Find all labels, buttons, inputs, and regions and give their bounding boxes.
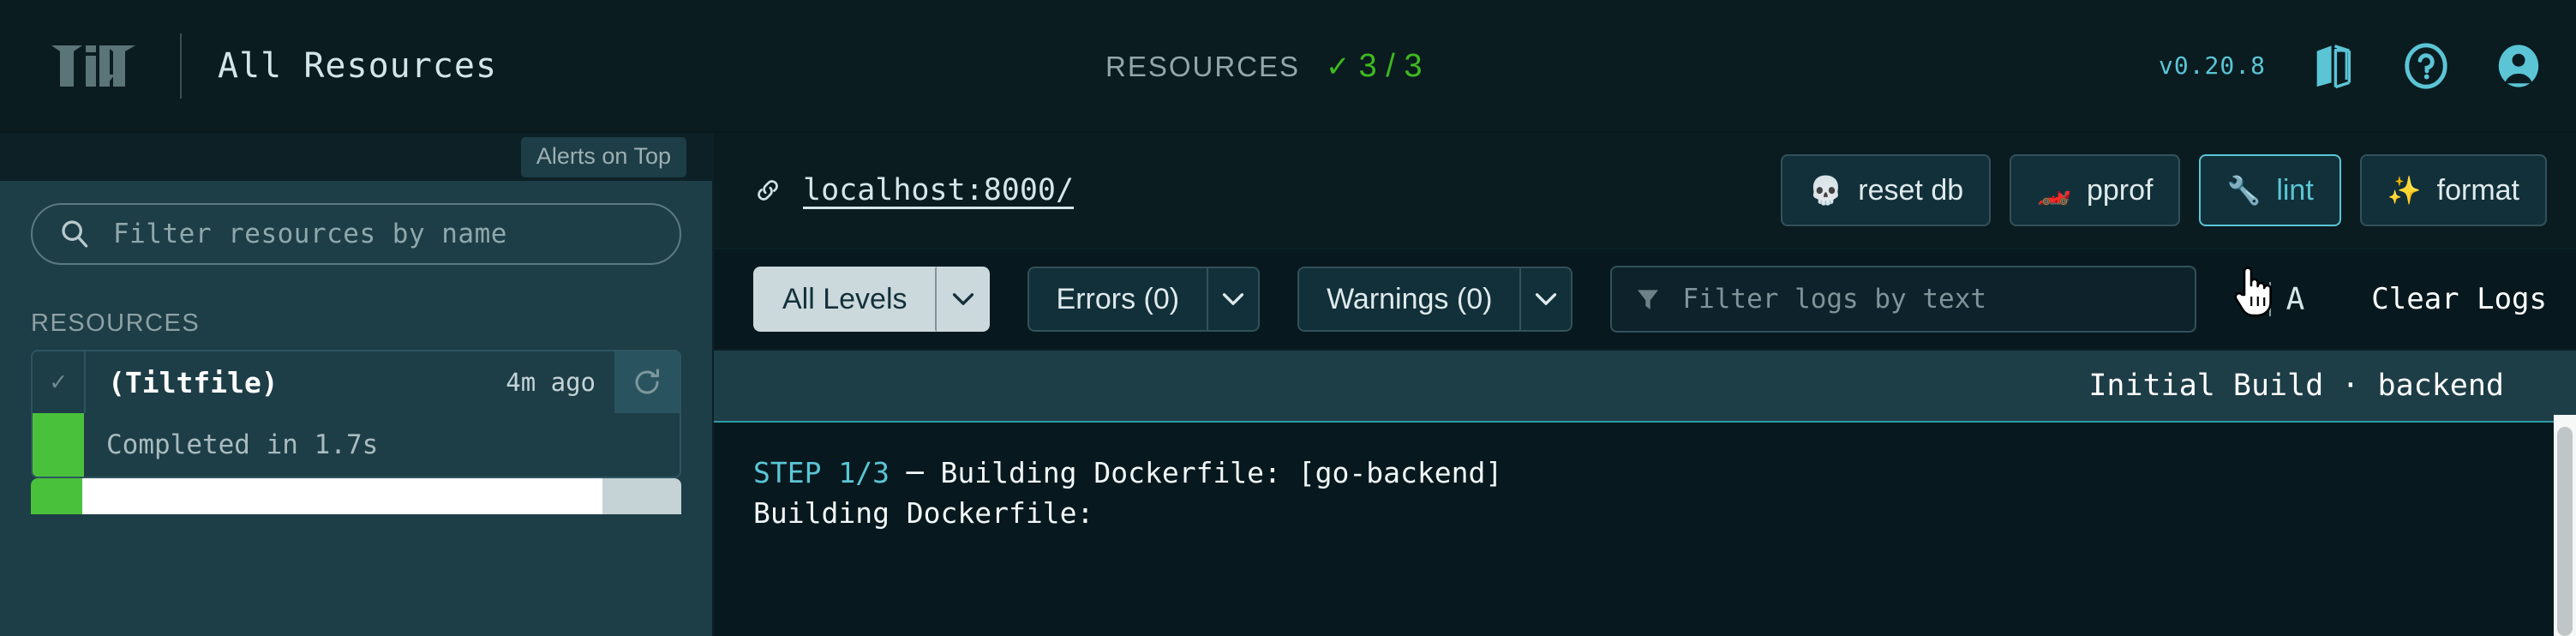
resource-status-check-icon: ✓ (50, 367, 67, 397)
resource-status-text: Completed in 1.7s (106, 429, 379, 460)
custom-button-label: pprof (2086, 173, 2154, 207)
log-scrollbar-thumb[interactable] (2557, 427, 2573, 636)
resource-status-cell: ✓ (33, 351, 86, 413)
chevron-down-icon (1222, 293, 1244, 305)
tilt-logo[interactable] (51, 44, 135, 88)
book-icon[interactable] (2309, 41, 2358, 91)
custom-button-format[interactable]: ✨ format (2359, 154, 2547, 226)
endpoint-url: localhost:8000/ (803, 173, 1075, 207)
log-level-filter[interactable]: All Levels (753, 267, 990, 332)
app-header: All Resources RESOURCES ✓ 3 / 3 v0.20.8 (0, 0, 2576, 133)
log-line: Building Dockerfile: (753, 494, 2576, 534)
link-icon (758, 180, 778, 201)
reload-icon (635, 369, 659, 394)
log-line-text: ─ Building Dockerfile: [go-backend] (889, 456, 1503, 489)
font-size-divider (2268, 282, 2271, 316)
log-errors-filter[interactable]: Errors (0) (1027, 267, 1261, 332)
log-filter-bar: All Levels Errors (0) Warnings (0) Filte… (714, 249, 2576, 351)
sidebar-section-label: RESOURCES (31, 309, 201, 337)
resources-count-value: 3 / 3 (1358, 48, 1423, 84)
clear-logs-button[interactable]: Clear Logs (2371, 282, 2547, 316)
resource-row-body (82, 478, 602, 514)
tilt-logo-icon (51, 45, 135, 87)
log-errors-filter-label: Errors (0) (1027, 267, 1207, 332)
chevron-down-icon (952, 293, 973, 305)
alerts-on-top-toggle[interactable]: Alerts on Top (520, 136, 686, 177)
log-text-filter-input[interactable]: Filter logs by text (1610, 266, 2197, 333)
endpoint-bar: localhost:8000/ 💀 reset db 🏎️ pprof 🔧 li… (714, 133, 2576, 249)
skull-icon: 💀 (1808, 175, 1843, 206)
resource-list-item-partial[interactable] (31, 478, 681, 514)
tilt-app-window: All Resources RESOURCES ✓ 3 / 3 v0.20.8 (0, 0, 2576, 636)
resource-row-header[interactable]: ✓ (Tiltfile) 4m ago (31, 350, 681, 413)
custom-button-lint[interactable]: 🔧 lint (2199, 154, 2341, 226)
custom-button-label: lint (2276, 173, 2314, 207)
log-line: STEP 1/3 ─ Building Dockerfile: [go-back… (753, 453, 2576, 494)
header-resource-summary: RESOURCES ✓ 3 / 3 (1105, 0, 1423, 133)
log-scrollbar[interactable] (2554, 415, 2576, 636)
log-step-tag: STEP 1/3 (753, 456, 890, 489)
account-avatar-icon[interactable] (2494, 41, 2543, 91)
log-warnings-filter-dropdown[interactable] (1519, 267, 1573, 332)
resource-filter-input[interactable]: Filter resources by name (31, 203, 681, 265)
header-divider (180, 33, 182, 99)
chevron-down-icon (1536, 293, 1557, 305)
alerts-toggle-row: Alerts on Top (0, 133, 712, 181)
sidebar-filter-wrap: Filter resources by name (0, 181, 712, 265)
wrench-icon: 🔧 (2226, 175, 2261, 206)
search-icon (62, 220, 88, 248)
resource-filter-placeholder: Filter resources by name (113, 219, 507, 249)
log-line-text: Building Dockerfile: (753, 495, 1094, 530)
version-label: v0.20.8 (2158, 51, 2266, 80)
resource-row-status[interactable]: Completed in 1.7s (31, 413, 681, 478)
log-warnings-filter[interactable]: Warnings (0) (1297, 267, 1573, 332)
sparkles-icon: ✨ (2387, 175, 2422, 206)
build-header: Initial Build · backend (714, 351, 2576, 423)
page-title: All Resources (218, 45, 498, 86)
log-errors-filter-dropdown[interactable] (1207, 267, 1261, 332)
custom-button-row: 💀 reset db 🏎️ pprof 🔧 lint ✨ format (1781, 154, 2547, 226)
custom-button-label: reset db (1858, 173, 1964, 207)
resource-trigger-build-button[interactable] (602, 478, 681, 514)
resource-name: (Tiltfile) (108, 365, 279, 399)
check-icon: ✓ (1326, 50, 1351, 83)
sidebar: Alerts on Top Filter resources by name R… (0, 133, 714, 636)
log-text-filter-placeholder: Filter logs by text (1682, 284, 1987, 315)
racecar-icon: 🏎️ (2037, 175, 2071, 206)
endpoint-link[interactable]: localhost:8000/ (753, 173, 1074, 207)
app-body: Alerts on Top Filter resources by name R… (0, 133, 2576, 636)
decrease-font-size-button[interactable]: A (2242, 288, 2254, 310)
funnel-icon (1638, 290, 1659, 309)
log-warnings-filter-label: Warnings (0) (1297, 267, 1520, 332)
resource-trigger-build-button[interactable] (614, 351, 680, 413)
log-level-filter-label: All Levels (753, 267, 937, 332)
resource-list-item[interactable]: ✓ (Tiltfile) 4m ago Completed in 1.7s (31, 350, 681, 478)
help-circle-icon[interactable] (2401, 41, 2451, 91)
custom-button-reset-db[interactable]: 💀 reset db (1781, 154, 1992, 226)
resource-list: ✓ (Tiltfile) 4m ago Completed in 1.7s (0, 350, 712, 478)
custom-button-label: format (2436, 173, 2519, 207)
resources-label: RESOURCES (1105, 50, 1301, 82)
log-output[interactable]: STEP 1/3 ─ Building Dockerfile: [go-back… (714, 423, 2576, 636)
resource-timestamp: 4m ago (506, 368, 596, 397)
header-actions: v0.20.8 (2159, 41, 2543, 91)
main-pane: localhost:8000/ 💀 reset db 🏎️ pprof 🔧 li… (714, 133, 2576, 636)
log-font-size-controls: A A (2242, 282, 2305, 317)
resource-health-bar (31, 478, 82, 514)
resources-count-badge[interactable]: ✓ 3 / 3 (1326, 48, 1422, 85)
custom-button-pprof[interactable]: 🏎️ pprof (2010, 154, 2181, 226)
log-level-filter-dropdown[interactable] (936, 267, 990, 332)
increase-font-size-button[interactable]: A (2286, 282, 2305, 317)
resource-health-bar (33, 413, 84, 477)
